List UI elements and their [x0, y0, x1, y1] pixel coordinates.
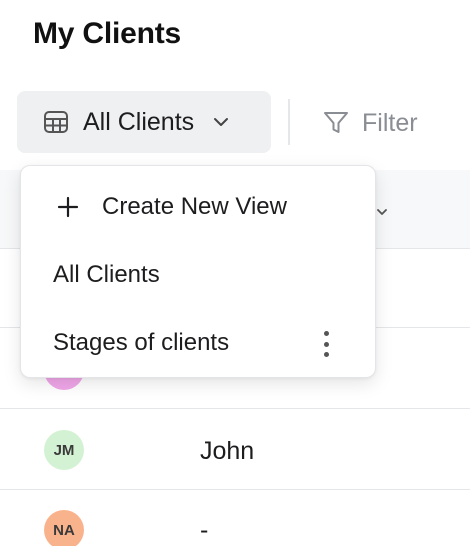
avatar: JM	[44, 430, 84, 470]
view-item-label: All Clients	[53, 261, 160, 288]
view-item-all-clients[interactable]: All Clients	[21, 247, 375, 303]
funnel-icon	[322, 109, 350, 137]
plus-icon	[56, 195, 80, 219]
view-switcher-button[interactable]: All Clients	[17, 91, 271, 153]
view-item-stages-of-clients[interactable]: Stages of clients	[21, 315, 375, 371]
view-dropdown-menu: Create New View All Clients Stages of cl…	[20, 165, 376, 378]
view-item-label: Stages of clients	[53, 329, 230, 356]
client-name[interactable]: John	[200, 437, 254, 466]
chevron-down-icon	[212, 113, 230, 131]
kebab-menu-icon[interactable]	[321, 331, 331, 357]
toolbar-divider	[288, 99, 290, 145]
clients-page: My Clients All Clients Filter JM John NA…	[0, 0, 470, 546]
current-view-label: All Clients	[83, 107, 195, 136]
filter-button[interactable]: Filter	[322, 105, 418, 141]
client-name[interactable]: -	[200, 516, 208, 545]
filter-label: Filter	[362, 108, 418, 137]
row-divider	[0, 489, 470, 490]
create-new-view-label: Create New View	[102, 193, 287, 220]
row-divider	[0, 408, 470, 409]
create-new-view-item[interactable]: Create New View	[21, 179, 375, 235]
sort-chevron-icon[interactable]	[375, 205, 389, 219]
avatar: NA	[44, 510, 84, 546]
page-title: My Clients	[33, 17, 182, 50]
table-grid-icon	[43, 109, 69, 135]
